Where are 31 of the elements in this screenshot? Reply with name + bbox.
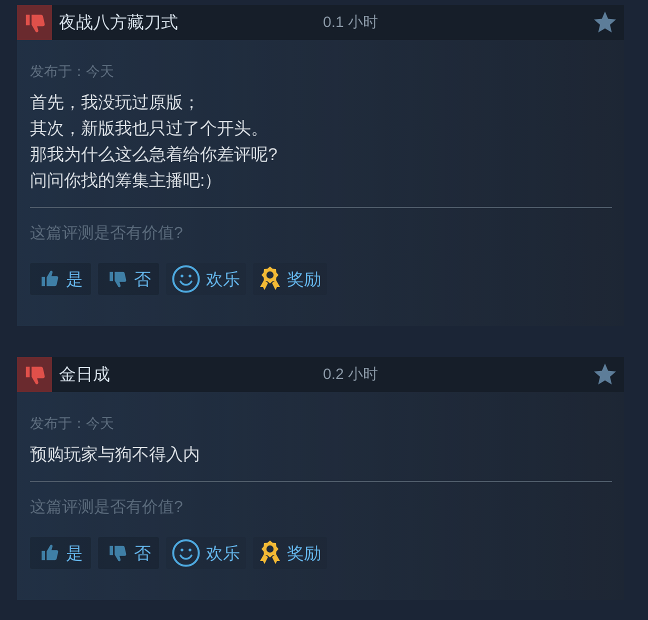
award-button[interactable]: 奖励 <box>253 263 327 295</box>
medal-icon <box>259 266 281 292</box>
yes-button[interactable]: 是 <box>30 537 91 569</box>
review-text-line: 首先，我没玩过原版； <box>30 92 200 114</box>
star-icon <box>593 363 617 386</box>
thumbs-up-icon <box>40 543 60 563</box>
thumbs-down-icon <box>108 543 128 563</box>
funny-button[interactable]: 欢乐 <box>166 263 246 295</box>
helpful-prompt: 这篇评测是否有价值? <box>30 498 183 518</box>
playtime-text: 0.1 小时 <box>323 13 380 32</box>
smile-icon <box>172 539 200 567</box>
award-button[interactable]: 奖励 <box>253 537 327 569</box>
playtime-text: 0.2 小时 <box>323 365 380 384</box>
smile-icon <box>172 265 200 293</box>
review-text-line: 其次，新版我也只过了个开头。 <box>30 118 268 140</box>
posted-date: 发布于：今天 <box>30 62 114 80</box>
thumbs-up-icon <box>40 269 60 289</box>
medal-icon <box>259 540 281 566</box>
review-text-line: 问问你找的筹集主播吧:） <box>30 170 222 192</box>
posted-date: 发布于：今天 <box>30 414 114 432</box>
review-text-line: 预购玩家与狗不得入内 <box>30 444 200 466</box>
no-button[interactable]: 否 <box>98 263 159 295</box>
reviewer-name[interactable]: 金日成 <box>59 363 323 386</box>
no-button[interactable]: 否 <box>98 537 159 569</box>
star-icon <box>593 11 617 34</box>
review-text-line: 那我为什么这么急着给你差评呢? <box>30 144 278 166</box>
reviewer-name[interactable]: 夜战八方藏刀式 <box>59 11 323 34</box>
funny-button[interactable]: 欢乐 <box>166 537 246 569</box>
thumbs-down-icon <box>108 269 128 289</box>
yes-button[interactable]: 是 <box>30 263 91 295</box>
helpful-prompt: 这篇评测是否有价值? <box>30 224 183 244</box>
